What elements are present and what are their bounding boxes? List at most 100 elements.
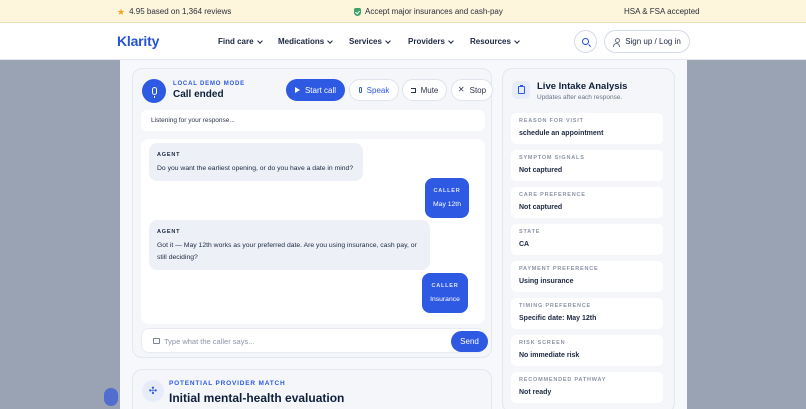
compose-bar: Send <box>141 328 488 353</box>
nav-item-label: Find care <box>218 37 254 46</box>
nav-item-label: Medications <box>278 37 325 46</box>
intake-field-timing: TIMING PREFERENCE Specific date: May 12t… <box>511 298 663 329</box>
nav-item-label: Providers <box>408 37 445 46</box>
intake-analysis-panel: Live Intake Analysis Updates after each … <box>502 68 675 409</box>
nav-find-care[interactable]: Find care <box>218 37 263 46</box>
field-label: CARE PREFERENCE <box>519 192 586 198</box>
field-label: RECOMMENDED PATHWAY <box>519 377 607 383</box>
field-label: STATE <box>519 229 541 235</box>
message-role: CALLER <box>433 188 461 194</box>
message-role: AGENT <box>157 229 181 235</box>
nav-item-label: Resources <box>470 37 511 46</box>
start-call-button[interactable]: Start call <box>286 79 345 101</box>
search-icon <box>582 38 589 45</box>
field-value: No immediate risk <box>519 352 580 359</box>
send-button[interactable]: Send <box>451 331 488 352</box>
message-text: Do you want the earliest opening, or do … <box>157 165 354 172</box>
search-button[interactable] <box>574 30 597 53</box>
call-status-title: Call ended <box>173 89 224 100</box>
rating-text: 4.95 based on 1,364 reviews <box>129 7 232 16</box>
field-value: schedule an appointment <box>519 130 604 137</box>
stop-button[interactable]: ✕ Stop <box>451 79 493 101</box>
nav-providers[interactable]: Providers <box>408 37 454 46</box>
hsa-item: HSA & FSA accepted <box>624 7 700 16</box>
provider-match-label: POTENTIAL PROVIDER MATCH <box>169 380 286 387</box>
field-value: Not ready <box>519 389 552 396</box>
nav-medications[interactable]: Medications <box>278 37 334 46</box>
caller-input[interactable] <box>164 335 414 348</box>
intake-field-state: STATE CA <box>511 224 663 255</box>
intake-field-care: CARE PREFERENCE Not captured <box>511 187 663 218</box>
agent-message: AGENT Do you want the earliest opening, … <box>149 143 363 181</box>
speak-button[interactable]: Speak <box>349 79 399 101</box>
start-call-label: Start call <box>304 85 337 95</box>
background-button <box>104 388 118 406</box>
intake-title: Live Intake Analysis <box>537 81 628 92</box>
field-label: RISK SCREEN <box>519 340 566 346</box>
intake-field-payment: PAYMENT PREFERENCE Using insurance <box>511 261 663 292</box>
intake-field-risk: RISK SCREEN No immediate risk <box>511 335 663 366</box>
mute-button[interactable]: Mute <box>402 79 447 101</box>
speak-label: Speak <box>366 85 390 95</box>
shield-check-icon <box>354 7 361 16</box>
rating-item: ★ 4.95 based on 1,364 reviews <box>117 7 231 16</box>
microphone-icon <box>151 87 157 98</box>
caller-message: CALLER Insurance <box>422 273 468 313</box>
intake-field-reason: REASON FOR VISIT schedule an appointment <box>511 113 663 144</box>
field-value: Not captured <box>519 204 563 211</box>
play-icon <box>294 87 300 93</box>
intake-field-symptoms: SYMPTOM SIGNALS Not captured <box>511 150 663 181</box>
microphone-icon <box>358 87 362 93</box>
transcript: AGENT Do you want the earliest opening, … <box>141 139 485 324</box>
user-icon <box>613 37 621 47</box>
field-value: CA <box>519 241 530 248</box>
chevron-down-icon <box>256 37 263 44</box>
mic-badge <box>142 79 166 103</box>
message-text: Insurance <box>430 296 460 303</box>
insurance-text: Accept major insurances and cash-pay <box>365 7 503 16</box>
top-nav: Klarity Find care Medications Services P… <box>0 23 806 60</box>
provider-match-card: ✣ POTENTIAL PROVIDER MATCH Initial menta… <box>132 369 492 409</box>
phone-off-icon: ✕ <box>457 85 465 94</box>
nav-resources[interactable]: Resources <box>470 37 520 46</box>
chevron-down-icon <box>448 37 454 44</box>
star-icon: ★ <box>117 6 126 17</box>
clipboard-icon <box>517 85 525 94</box>
nav-item-label: Services <box>349 37 382 46</box>
hsa-text: HSA & FSA accepted <box>624 7 700 16</box>
signup-label: Sign up / Log in <box>625 37 681 46</box>
insurance-item: Accept major insurances and cash-pay <box>354 7 503 16</box>
message-role: CALLER <box>431 283 459 289</box>
speaker-icon <box>410 87 416 93</box>
field-value: Using insurance <box>519 278 574 285</box>
caller-message: CALLER May 12th <box>425 178 469 218</box>
listening-status: Listening for your response... <box>141 110 485 131</box>
message-text: Got it — May 12th works as your preferre… <box>157 242 417 261</box>
sparkle-icon: ✣ <box>142 380 164 402</box>
image-icon <box>153 338 160 344</box>
field-label: TIMING PREFERENCE <box>519 303 591 309</box>
field-label: REASON FOR VISIT <box>519 118 584 124</box>
mode-label: LOCAL DEMO MODE <box>173 81 245 87</box>
provider-match-title: Initial mental-health evaluation <box>169 391 345 405</box>
signup-login-button[interactable]: Sign up / Log in <box>604 30 690 53</box>
mute-label: Mute <box>420 85 439 95</box>
field-value: Specific date: May 12th <box>519 315 597 322</box>
agent-message: AGENT Got it — May 12th works as your pr… <box>149 220 430 270</box>
chevron-down-icon <box>327 37 334 44</box>
nav-services[interactable]: Services <box>349 37 391 46</box>
message-role: AGENT <box>157 152 181 158</box>
intake-subtitle: Updates after each response. <box>537 94 623 101</box>
logo[interactable]: Klarity <box>117 33 159 49</box>
intake-field-pathway: RECOMMENDED PATHWAY Not ready <box>511 372 663 403</box>
stop-label: Stop <box>469 85 487 95</box>
call-panel: LOCAL DEMO MODE Call ended Start call Sp… <box>132 68 493 358</box>
message-text: May 12th <box>433 201 461 208</box>
field-label: SYMPTOM SIGNALS <box>519 155 585 161</box>
clipboard-badge <box>512 81 530 99</box>
field-label: PAYMENT PREFERENCE <box>519 266 599 272</box>
chevron-down-icon <box>385 37 391 44</box>
call-demo-modal: LOCAL DEMO MODE Call ended Start call Sp… <box>120 60 687 409</box>
chevron-down-icon <box>514 37 520 44</box>
promo-bar: ★ 4.95 based on 1,364 reviews Accept maj… <box>0 0 806 23</box>
